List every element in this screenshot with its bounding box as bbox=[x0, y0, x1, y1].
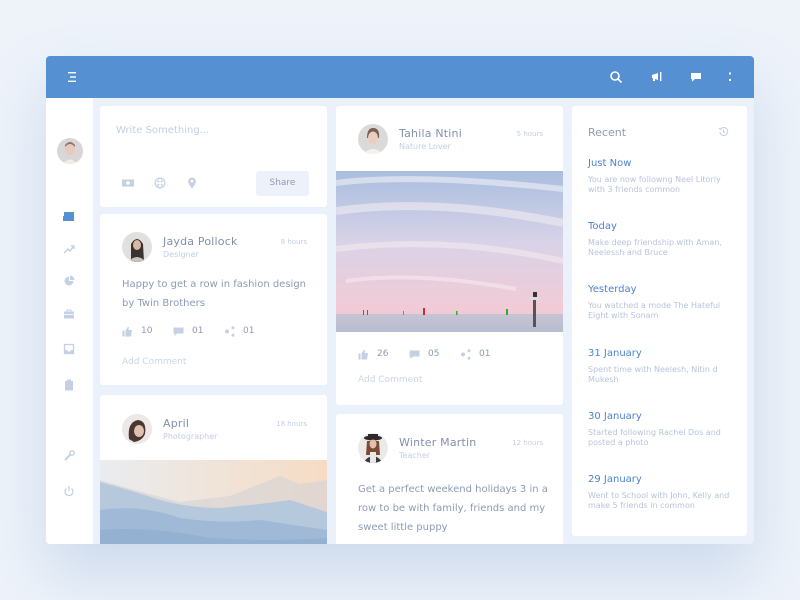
more-vertical-icon[interactable] bbox=[722, 69, 738, 85]
trend-icon[interactable] bbox=[62, 242, 76, 256]
recent-desc: Started following Rachel Dos and posted … bbox=[588, 428, 721, 447]
recent-item[interactable]: 29 January Went to School with John, Kel… bbox=[588, 474, 738, 511]
recent-item[interactable]: Today Make deep friendship with Aman, Ne… bbox=[588, 221, 738, 258]
thumbs-up-icon bbox=[122, 326, 132, 336]
author-avatar[interactable] bbox=[122, 232, 152, 262]
recent-date: 31 January bbox=[588, 348, 642, 359]
pie-chart-icon[interactable] bbox=[62, 274, 76, 288]
power-icon[interactable] bbox=[62, 484, 76, 498]
thumbs-up-icon bbox=[358, 349, 368, 359]
post-header: Tahila Ntini Nature Lover 5 hours bbox=[358, 124, 543, 154]
author-avatar[interactable] bbox=[358, 124, 388, 154]
recent-desc: Went to School with John, Kelly and make… bbox=[588, 491, 730, 510]
composer-input[interactable]: Write Something... bbox=[116, 125, 209, 136]
recent-desc: You are now followng Neel Litoriy with 3… bbox=[588, 175, 721, 194]
clipboard-icon[interactable] bbox=[62, 378, 76, 392]
post-time: 5 hours bbox=[516, 130, 543, 138]
author-role: Photographer bbox=[163, 432, 218, 441]
author-name[interactable]: Tahila Ntini bbox=[399, 127, 462, 140]
app-window: Write Something... Share Jayda Pollock D… bbox=[46, 56, 754, 544]
recent-date: Just Now bbox=[588, 158, 632, 169]
share-count: 01 bbox=[479, 349, 491, 359]
post-time: 8 hours bbox=[280, 238, 307, 246]
composer-card: Write Something... Share bbox=[100, 106, 327, 207]
comment-count: 01 bbox=[192, 326, 204, 336]
author-name[interactable]: Winter Martin bbox=[399, 436, 476, 449]
recent-item[interactable]: 31 January Spent time with Neelesh, Niti… bbox=[588, 348, 738, 385]
recent-date: 29 January bbox=[588, 474, 642, 485]
recent-title: Recent bbox=[588, 126, 627, 139]
comment-icon bbox=[409, 350, 420, 359]
post-time: 18 hours bbox=[276, 420, 307, 428]
comment-button[interactable]: 05 bbox=[409, 347, 439, 361]
author-avatar[interactable] bbox=[358, 433, 388, 463]
post-card: Tahila Ntini Nature Lover 5 hours 26 05 … bbox=[336, 106, 563, 405]
post-header: Jayda Pollock Designer 8 hours bbox=[122, 232, 307, 262]
author-role: Nature Lover bbox=[399, 142, 451, 151]
briefcase-icon[interactable] bbox=[62, 307, 76, 321]
top-bar bbox=[46, 56, 754, 98]
square-icon[interactable] bbox=[62, 210, 76, 224]
like-count: 26 bbox=[377, 349, 389, 359]
post-stats: 26 05 01 bbox=[358, 347, 558, 361]
recent-date: Today bbox=[588, 221, 617, 232]
add-comment-input[interactable]: Add Comment bbox=[122, 357, 186, 367]
share-count: 01 bbox=[243, 326, 255, 336]
post-header: Winter Martin Teacher 12 hours bbox=[358, 433, 543, 463]
post-time: 12 hours bbox=[512, 439, 543, 447]
location-icon[interactable] bbox=[185, 176, 199, 190]
comment-count: 05 bbox=[428, 349, 440, 359]
author-avatar[interactable] bbox=[122, 414, 152, 444]
add-comment-input[interactable]: Add Comment bbox=[358, 375, 422, 385]
post-photo-mountains[interactable] bbox=[100, 460, 327, 544]
hamburger-icon[interactable] bbox=[65, 70, 79, 84]
camera-icon[interactable] bbox=[121, 176, 135, 190]
recent-desc: Spent time with Neelesh, Nitin d Mukesh bbox=[588, 365, 718, 384]
author-role: Designer bbox=[163, 250, 199, 259]
share-post-button[interactable]: 01 bbox=[224, 324, 254, 338]
post-text: Happy to get a row in fashion design by … bbox=[122, 279, 307, 309]
sidebar bbox=[46, 98, 93, 544]
post-text: Get a perfect weekend holidays 3 in a ro… bbox=[358, 484, 548, 533]
post-stats: 10 01 01 bbox=[122, 324, 322, 338]
comment-icon bbox=[173, 327, 184, 336]
share-button[interactable]: Share bbox=[256, 171, 309, 196]
like-button[interactable]: 26 bbox=[358, 347, 388, 361]
post-card: Jayda Pollock Designer 8 hours Happy to … bbox=[100, 214, 327, 385]
share-icon bbox=[225, 325, 235, 337]
author-role: Teacher bbox=[399, 451, 431, 460]
megaphone-icon[interactable] bbox=[649, 69, 665, 85]
share-post-button[interactable]: 01 bbox=[460, 347, 490, 361]
inbox-icon[interactable] bbox=[62, 342, 76, 356]
post-card: Winter Martin Teacher 12 hours Get a per… bbox=[336, 414, 563, 544]
comment-button[interactable]: 01 bbox=[173, 324, 203, 338]
like-count: 10 bbox=[141, 326, 153, 336]
search-icon[interactable] bbox=[608, 69, 624, 85]
author-name[interactable]: April bbox=[163, 417, 189, 430]
author-name[interactable]: Jayda Pollock bbox=[163, 235, 238, 248]
recent-item[interactable]: 30 January Started following Rachel Dos … bbox=[588, 411, 738, 448]
wrench-icon[interactable] bbox=[62, 449, 76, 463]
post-photo-sea[interactable] bbox=[336, 171, 563, 332]
recent-date: 30 January bbox=[588, 411, 642, 422]
recent-date: Yesterday bbox=[588, 284, 637, 295]
chat-icon[interactable] bbox=[688, 69, 704, 85]
user-avatar[interactable] bbox=[57, 138, 83, 164]
recent-desc: Make deep friendship with Aman, Neelessh… bbox=[588, 238, 722, 257]
recent-desc: You watched a mode The Hateful Eight wit… bbox=[588, 301, 721, 320]
emoji-icon[interactable] bbox=[153, 176, 167, 190]
recent-panel: Recent Just Now You are now followng Nee… bbox=[572, 106, 747, 536]
recent-item[interactable]: Yesterday You watched a mode The Hateful… bbox=[588, 284, 738, 321]
history-icon[interactable] bbox=[718, 126, 729, 137]
like-button[interactable]: 10 bbox=[122, 324, 152, 338]
recent-item[interactable]: Just Now You are now followng Neel Litor… bbox=[588, 158, 738, 195]
share-icon bbox=[461, 348, 471, 360]
post-card: April Photographer 18 hours bbox=[100, 395, 327, 544]
post-header: April Photographer 18 hours bbox=[122, 414, 307, 444]
